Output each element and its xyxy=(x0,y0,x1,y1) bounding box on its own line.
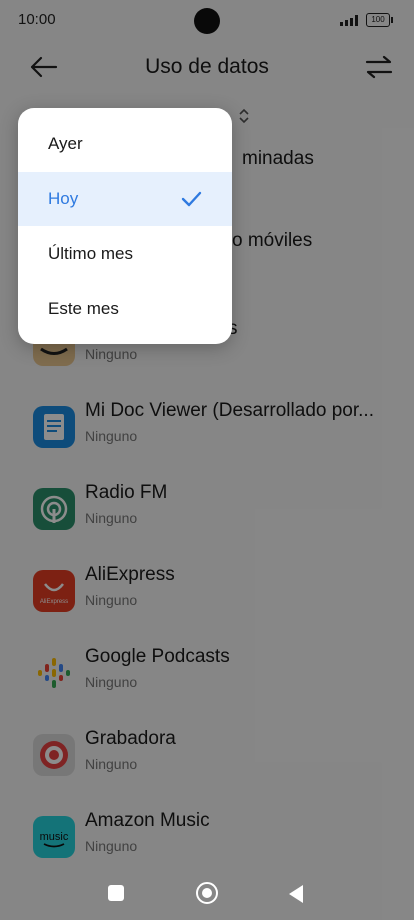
menu-item-label: Ayer xyxy=(48,134,83,153)
menu-item-label: Último mes xyxy=(48,244,134,263)
period-dropdown-menu: Ayer Hoy Último mes Este mes xyxy=(18,108,232,344)
menu-item-ayer[interactable]: Ayer xyxy=(18,117,232,171)
checkmark-icon xyxy=(181,191,202,207)
menu-item-label: Hoy xyxy=(48,189,79,208)
menu-item-hoy[interactable]: Hoy xyxy=(18,172,232,226)
back-icon[interactable] xyxy=(289,885,303,903)
navigation-bar xyxy=(0,866,414,920)
menu-item-label: Este mes xyxy=(48,299,119,318)
home-icon[interactable] xyxy=(196,882,218,904)
recents-icon[interactable] xyxy=(108,885,124,901)
menu-item-este-mes[interactable]: Este mes xyxy=(18,282,232,336)
menu-item-ultimo-mes[interactable]: Último mes xyxy=(18,227,232,281)
